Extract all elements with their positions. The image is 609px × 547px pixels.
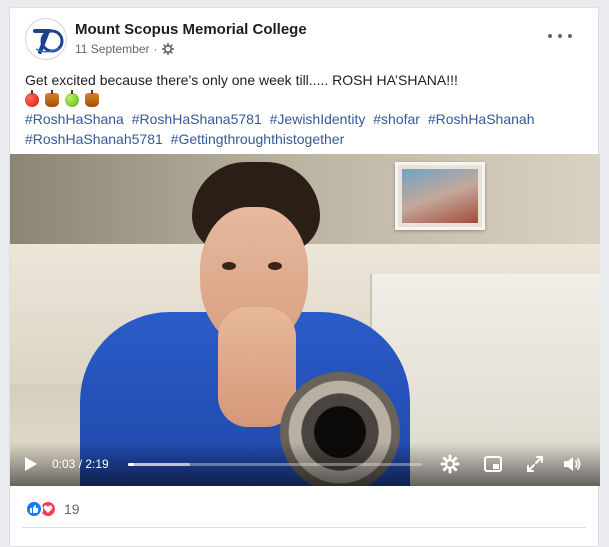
reactions-summary[interactable]: 19 xyxy=(25,498,80,520)
video-player[interactable]: 0:03 / 2:19 xyxy=(10,154,600,486)
post-body: Get excited because there’s only one wee… xyxy=(25,70,590,149)
play-icon[interactable] xyxy=(24,456,38,472)
dot-icon xyxy=(558,34,562,38)
hashtags-line-2: #RoshHaShanah5781 #Gettingthroughthistog… xyxy=(25,129,590,149)
post-meta: 11 September · xyxy=(75,42,174,56)
video-frame-photo xyxy=(395,162,485,230)
green-apple-icon xyxy=(65,90,79,107)
page-name-link[interactable]: Mount Scopus Memorial College xyxy=(75,21,307,38)
college-logo-icon xyxy=(33,29,64,54)
video-progress-bar[interactable] xyxy=(128,463,422,466)
fullscreen-icon[interactable] xyxy=(525,454,545,474)
volume-icon[interactable] xyxy=(562,454,582,474)
hashtag-link[interactable]: #RoshHaShana5781 xyxy=(132,111,262,127)
dot-icon xyxy=(548,34,552,38)
picture-in-picture-icon[interactable] xyxy=(483,454,503,474)
video-time: 0:03 / 2:19 xyxy=(52,457,109,471)
post-date-link[interactable]: 11 September xyxy=(75,42,150,56)
hashtag-link[interactable]: #RoshHaShana xyxy=(25,111,124,127)
hashtag-link[interactable]: #RoshHaShanah xyxy=(428,111,535,127)
hashtag-link[interactable]: #shofar xyxy=(373,111,420,127)
honey-pot-icon xyxy=(85,90,99,107)
hashtag-link[interactable]: #JewishIdentity xyxy=(270,111,366,127)
gear-icon[interactable] xyxy=(161,43,174,55)
post-card: Mount Scopus Memorial College 11 Septemb… xyxy=(9,7,600,547)
video-controls: 0:03 / 2:19 xyxy=(10,442,600,486)
video-buffer-fill xyxy=(128,463,190,466)
dot-icon xyxy=(568,34,572,38)
like-icon xyxy=(25,500,43,518)
meta-separator: · xyxy=(153,42,158,56)
hashtags-line-1: #RoshHaShana #RoshHaShana5781 #JewishIde… xyxy=(25,109,590,129)
hashtag-link[interactable]: #RoshHaShanah5781 xyxy=(25,131,163,147)
page-avatar[interactable] xyxy=(25,18,67,60)
video-progress-fill xyxy=(128,463,135,466)
settings-gear-icon[interactable] xyxy=(440,454,460,474)
red-apple-icon xyxy=(25,90,39,107)
hashtag-link[interactable]: #Gettingthroughthistogether xyxy=(171,131,345,147)
more-options-button[interactable] xyxy=(548,28,572,44)
reaction-count: 19 xyxy=(64,501,80,517)
video-frame-person xyxy=(80,162,417,486)
honey-pot-icon xyxy=(45,90,59,107)
post-footer-divider xyxy=(22,527,586,528)
emoji-row xyxy=(25,90,590,109)
post-header: Mount Scopus Memorial College 11 Septemb… xyxy=(25,18,586,62)
post-message: Get excited because there’s only one wee… xyxy=(25,72,458,88)
